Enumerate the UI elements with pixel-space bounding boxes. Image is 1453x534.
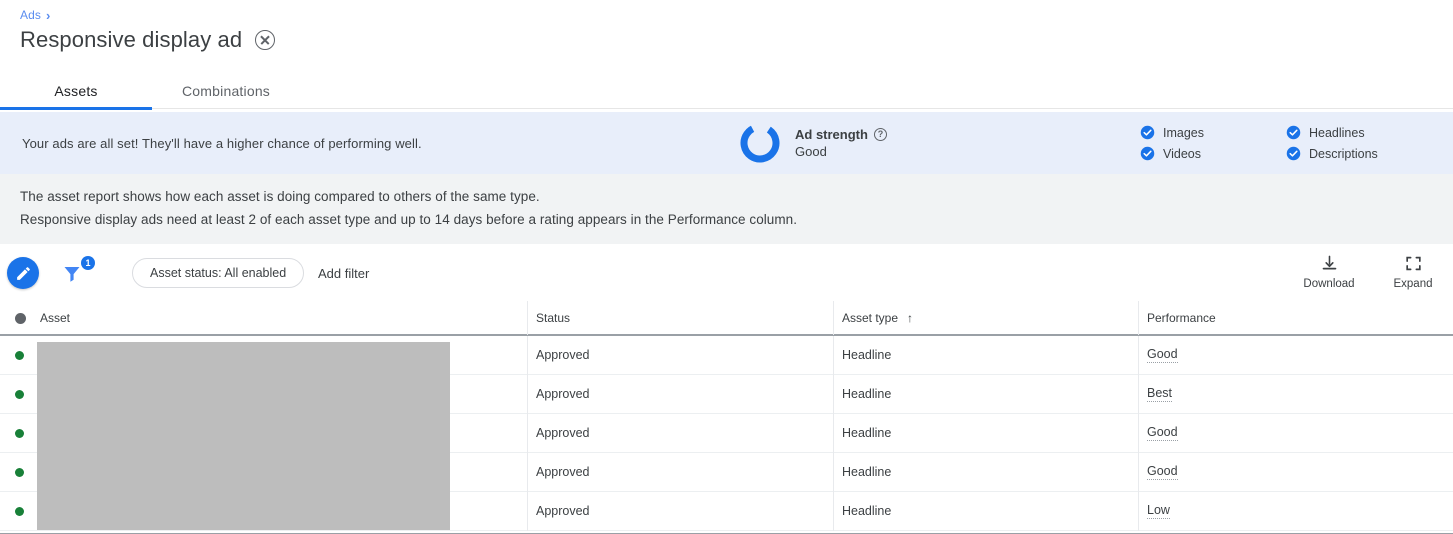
check-circle-icon <box>1286 125 1301 140</box>
expand-icon <box>1404 254 1423 273</box>
breadcrumb-link-ads[interactable]: Ads <box>20 8 41 22</box>
page-title-row: Responsive display ad <box>20 26 275 54</box>
cell-asset-type: Headline <box>833 414 1138 453</box>
cell-status: Approved <box>527 492 833 531</box>
ad-strength-label: Ad strength <box>795 126 868 143</box>
cell-status: Approved <box>527 414 833 453</box>
add-filter-button[interactable]: Add filter <box>318 258 369 288</box>
redacted-asset-text-overlay <box>37 342 450 530</box>
cell-performance-text[interactable]: Low <box>1147 503 1170 519</box>
expand-button[interactable]: Expand <box>1381 254 1445 290</box>
filter-badge: 1 <box>81 256 95 270</box>
status-dot-icon <box>15 351 24 360</box>
cell-performance-text[interactable]: Good <box>1147 425 1178 441</box>
tab-assets[interactable]: Assets <box>0 72 152 109</box>
tab-assets-label: Assets <box>54 83 97 99</box>
checklist-label-descriptions: Descriptions <box>1309 147 1378 161</box>
cell-asset-type: Headline <box>833 453 1138 492</box>
sort-ascending-icon: ↑ <box>907 312 913 324</box>
checklist-item-videos: Videos <box>1140 143 1286 164</box>
column-header-performance[interactable]: Performance <box>1138 301 1453 335</box>
page-title: Responsive display ad <box>20 26 242 54</box>
info-line-2: Responsive display ads need at least 2 o… <box>20 212 797 227</box>
close-icon[interactable] <box>255 30 275 50</box>
status-dot-icon <box>15 507 24 516</box>
cell-asset-type: Headline <box>833 492 1138 531</box>
cell-status: Approved <box>527 336 833 375</box>
column-header-status[interactable]: Status <box>527 301 833 335</box>
tab-bar: Assets Combinations <box>0 72 1453 109</box>
breadcrumb: Ads › <box>20 8 50 22</box>
help-icon[interactable]: ? <box>874 128 887 141</box>
tab-combinations[interactable]: Combinations <box>152 72 300 109</box>
status-dot-icon <box>15 468 24 477</box>
status-dot-icon <box>15 313 26 324</box>
status-dot-icon <box>15 390 24 399</box>
add-filter-label: Add filter <box>318 266 369 281</box>
filter-chip-label: Asset status: All enabled <box>150 266 286 280</box>
checklist-item-headlines: Headlines <box>1286 122 1378 143</box>
cell-performance: Good <box>1138 414 1453 453</box>
download-icon <box>1320 254 1339 273</box>
checklist-item-images: Images <box>1140 122 1286 143</box>
cell-asset-type: Headline <box>833 375 1138 414</box>
column-header-asset-label: Asset <box>40 311 70 325</box>
cell-performance-text[interactable]: Best <box>1147 386 1172 402</box>
filter-button[interactable]: 1 <box>60 258 94 288</box>
ad-strength-block: Ad strength ? Good <box>738 112 887 174</box>
ad-strength-label-row: Ad strength ? <box>795 126 887 143</box>
chevron-right-icon: › <box>46 9 50 22</box>
cell-performance-text[interactable]: Good <box>1147 464 1178 480</box>
cell-performance: Best <box>1138 375 1453 414</box>
cell-asset-type: Headline <box>833 336 1138 375</box>
banner-message: Your ads are all set! They'll have a hig… <box>22 112 422 174</box>
check-circle-icon <box>1286 146 1301 161</box>
edit-button[interactable] <box>7 257 39 289</box>
ad-strength-donut-icon <box>738 121 782 165</box>
download-button[interactable]: Download <box>1297 254 1361 290</box>
cell-status: Approved <box>527 453 833 492</box>
column-header-asset[interactable]: Asset <box>0 301 527 335</box>
cell-performance-text[interactable]: Good <box>1147 347 1178 363</box>
cell-status: Approved <box>527 375 833 414</box>
ad-strength-text: Ad strength ? Good <box>795 126 887 161</box>
checklist-label-videos: Videos <box>1163 147 1201 161</box>
funnel-icon <box>60 262 84 286</box>
status-dot-icon <box>15 429 24 438</box>
info-line-1: The asset report shows how each asset is… <box>20 189 540 204</box>
ad-strength-banner: Your ads are all set! They'll have a hig… <box>0 112 1453 174</box>
cell-performance: Good <box>1138 453 1453 492</box>
table-header-row: Asset Status Asset type ↑ Performance <box>0 302 1453 336</box>
checklist-item-descriptions: Descriptions <box>1286 143 1378 164</box>
cell-performance: Low <box>1138 492 1453 531</box>
column-header-asset-type-label: Asset type <box>842 311 898 325</box>
expand-label: Expand <box>1393 278 1432 290</box>
download-label: Download <box>1303 278 1354 290</box>
checklist-label-headlines: Headlines <box>1309 126 1365 140</box>
ad-strength-value: Good <box>795 143 887 161</box>
cell-performance: Good <box>1138 336 1453 375</box>
asset-checklist: Images Headlines Videos Descriptions <box>1140 112 1378 174</box>
column-header-asset-type[interactable]: Asset type ↑ <box>833 301 1138 335</box>
tab-combinations-label: Combinations <box>182 83 270 99</box>
column-header-status-label: Status <box>536 311 570 325</box>
asset-report-info: The asset report shows how each asset is… <box>0 174 1453 244</box>
toolbar-right-actions: Download Expand <box>1297 254 1445 290</box>
column-header-performance-label: Performance <box>1147 311 1216 325</box>
checklist-label-images: Images <box>1163 126 1204 140</box>
check-circle-icon <box>1140 146 1155 161</box>
check-circle-icon <box>1140 125 1155 140</box>
table-toolbar: 1 Asset status: All enabled Add filter D… <box>0 244 1453 302</box>
pencil-icon <box>15 265 32 282</box>
filter-chip-asset-status[interactable]: Asset status: All enabled <box>132 258 304 288</box>
